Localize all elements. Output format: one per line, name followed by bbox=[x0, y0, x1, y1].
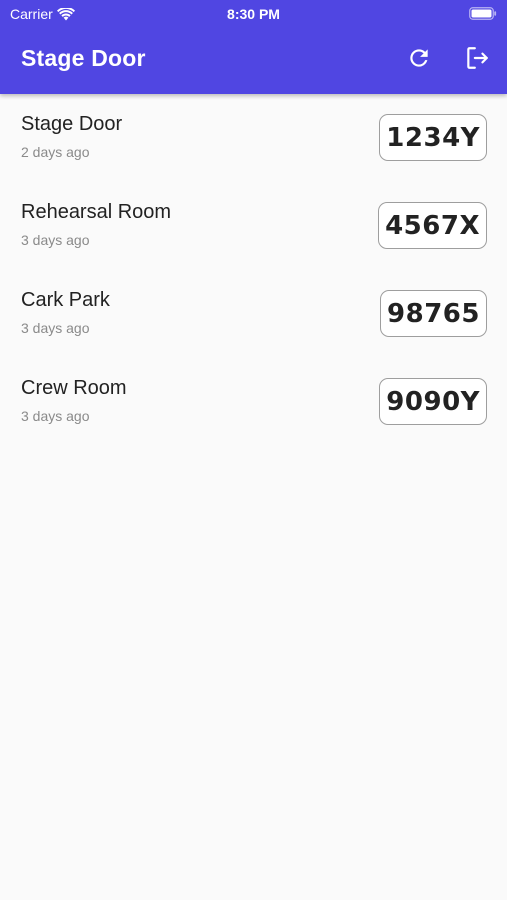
logout-button[interactable] bbox=[461, 44, 493, 76]
door-code-badge[interactable]: 4567X bbox=[378, 202, 487, 249]
door-updated: 3 days ago bbox=[21, 232, 90, 248]
door-name: Stage Door bbox=[21, 113, 123, 135]
door-code-badge[interactable]: 9090Y bbox=[379, 378, 487, 425]
refresh-button[interactable] bbox=[403, 44, 435, 76]
refresh-icon bbox=[406, 45, 432, 76]
door-updated: 2 days ago bbox=[21, 144, 90, 160]
door-code-badge[interactable]: 98765 bbox=[380, 290, 487, 337]
door-updated: 3 days ago bbox=[21, 408, 90, 424]
list-item-crew-room[interactable]: Crew Room 3 days ago 9090Y bbox=[0, 358, 507, 446]
list-item-cark-park[interactable]: Cark Park 3 days ago 98765 bbox=[0, 270, 507, 358]
battery-icon bbox=[469, 7, 497, 20]
status-time: 8:30 PM bbox=[227, 6, 280, 22]
door-name: Cark Park bbox=[21, 289, 110, 311]
list-item-rehearsal-room[interactable]: Rehearsal Room 3 days ago 4567X bbox=[0, 182, 507, 270]
door-name: Crew Room bbox=[21, 377, 127, 399]
app-header: Carrier 8:30 PM Stage Door bbox=[0, 0, 507, 94]
logout-icon bbox=[464, 45, 490, 76]
list-item-stage-door[interactable]: Stage Door 2 days ago 1234Y bbox=[0, 94, 507, 182]
page-title: Stage Door bbox=[21, 45, 146, 71]
door-name: Rehearsal Room bbox=[21, 201, 172, 223]
door-code-badge[interactable]: 1234Y bbox=[379, 114, 487, 161]
status-bar: Carrier 8:30 PM bbox=[0, 0, 507, 28]
door-list: Stage Door 2 days ago 1234Y Rehearsal Ro… bbox=[0, 94, 507, 446]
door-updated: 3 days ago bbox=[21, 320, 90, 336]
